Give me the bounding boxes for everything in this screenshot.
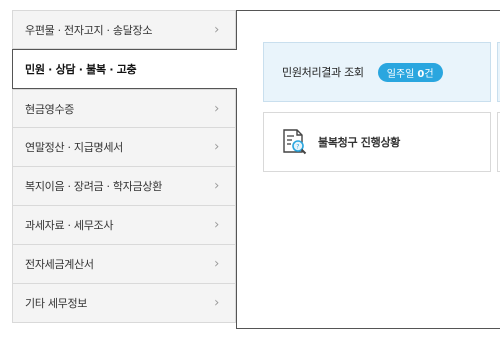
sidebar-item-complaint[interactable]: 민원 · 상담 · 불복 · 고충 (12, 49, 237, 89)
svg-text:?: ? (296, 144, 299, 151)
chevron-right-icon: › (214, 139, 219, 155)
sidebar-menu: 우편물 · 전자고지 · 송달장소 › 민원 · 상담 · 불복 · 고충 현금… (12, 10, 237, 323)
sidebar-item-tax-data[interactable]: 과세자료 · 세무조사 › (12, 206, 236, 245)
chevron-right-icon: › (214, 178, 219, 194)
sidebar-item-label: 기타 세무정보 (25, 297, 88, 310)
sidebar-item-mail-notice[interactable]: 우편물 · 전자고지 · 송달장소 › (12, 10, 236, 49)
chevron-right-icon: › (214, 217, 219, 233)
sidebar-item-welfare[interactable]: 복지이음 · 장려금 · 학자금상환 › (12, 167, 236, 206)
sidebar-item-label: 우편물 · 전자고지 · 송달장소 (25, 23, 153, 37)
sidebar-item-label: 전자세금계산서 (25, 258, 94, 271)
sidebar-item-label: 민원 · 상담 · 불복 · 고충 (25, 63, 137, 76)
chevron-right-icon: › (214, 22, 219, 37)
card-title: 민원처리결과 조회 (282, 66, 364, 79)
badge-suffix: 건 (424, 68, 434, 80)
sidebar-item-cash-receipt[interactable]: 현금영수증 › (12, 89, 236, 128)
sidebar-item-label: 복지이음 · 장려금 · 학자금상환 (25, 180, 163, 193)
chevron-right-icon: › (214, 295, 219, 311)
complaint-result-card[interactable]: 민원처리결과 조회 일주일 0건 (263, 42, 491, 102)
sidebar-item-e-tax-invoice[interactable]: 전자세금계산서 › (12, 245, 236, 284)
sidebar-item-label: 현금영수증 (25, 102, 75, 116)
document-search-icon: ? (283, 129, 307, 155)
count-badge: 일주일 0건 (377, 62, 443, 82)
sidebar-item-label: 연말정산 · 지급명세서 (25, 141, 123, 154)
chevron-right-icon: › (214, 256, 219, 272)
chevron-right-icon: › (214, 101, 219, 116)
sidebar-item-year-end-settlement[interactable]: 연말정산 · 지급명세서 › (12, 128, 236, 167)
badge-prefix: 일주일 (386, 68, 415, 80)
appeal-status-card[interactable]: ? 불복청구 진행상황 (263, 112, 491, 172)
card-title: 불복청구 진행상황 (318, 136, 401, 149)
sidebar-item-other-info[interactable]: 기타 세무정보 › (12, 284, 236, 323)
sidebar-item-label: 과세자료 · 세무조사 (25, 219, 114, 232)
